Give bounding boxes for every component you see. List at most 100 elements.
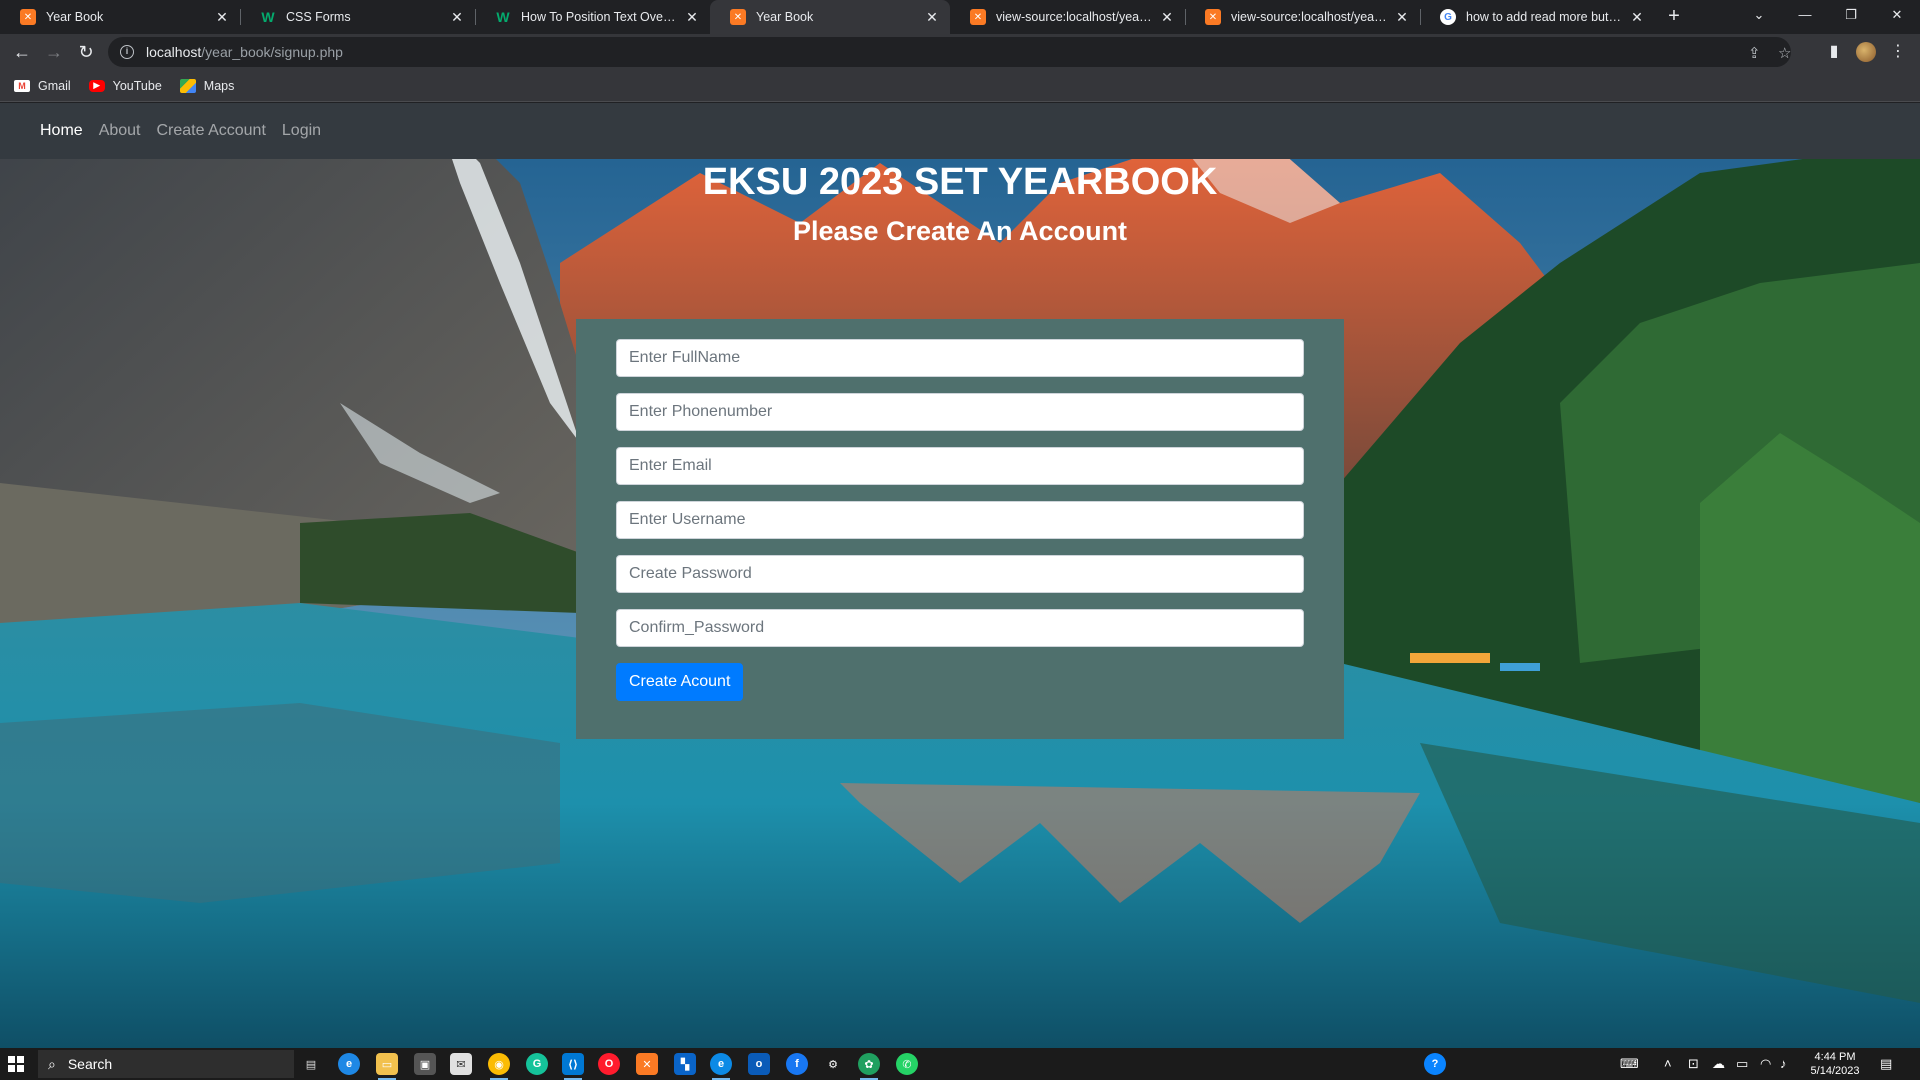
create-account-button[interactable]: Create Acount — [616, 663, 744, 701]
notifications-icon[interactable]: ▤ — [1880, 1056, 1892, 1072]
nav-login-link[interactable]: Login — [282, 122, 321, 140]
keyboard-icon[interactable]: ⌨ — [1620, 1056, 1639, 1072]
google-icon: G — [1440, 9, 1456, 25]
bookmark-label: Maps — [203, 78, 235, 93]
system-clock[interactable]: 4:44 PM 5/14/2023 — [1800, 1050, 1870, 1078]
back-arrow-icon[interactable]: ← — [8, 38, 36, 66]
password-input[interactable] — [616, 555, 1304, 593]
site-info-icon[interactable]: i — [120, 45, 134, 59]
store-icon[interactable]: ▣ — [414, 1053, 436, 1075]
nav-create-account-link[interactable]: Create Account — [157, 122, 266, 140]
bookmark-label: Gmail — [38, 78, 71, 93]
onedrive-icon[interactable]: ☁ — [1712, 1056, 1725, 1072]
vscode-icon[interactable]: ⟨⟩ — [562, 1053, 584, 1080]
bookmark-star-icon[interactable]: ☆ — [1778, 44, 1791, 62]
xampp-icon: ✕ — [1205, 9, 1221, 25]
outlook-icon[interactable]: o — [748, 1053, 770, 1075]
bookmark-gmail[interactable]: M Gmail — [14, 79, 71, 93]
close-icon[interactable]: ✕ — [684, 9, 700, 26]
url-path: /year_book/signup.php — [201, 44, 343, 60]
profile-avatar[interactable] — [1856, 42, 1876, 62]
close-window-button[interactable]: ✕ — [1874, 0, 1920, 30]
url-text: localhost/year_book/signup.php — [146, 44, 343, 60]
w3schools-icon: W — [261, 9, 275, 25]
edge-dev-icon[interactable]: e — [338, 1053, 360, 1075]
tab-title: view-source:localhost/year_book — [1231, 10, 1388, 24]
forward-arrow-icon[interactable]: → — [40, 38, 68, 66]
tab-read-more-search[interactable]: G how to add read more button in ✕ — [1420, 0, 1655, 34]
fullname-input[interactable] — [616, 339, 1304, 377]
tab-year-book-active[interactable]: ✕ Year Book ✕ — [710, 0, 950, 34]
close-icon[interactable]: ✕ — [1159, 9, 1175, 26]
wifi-icon[interactable]: ◠ — [1760, 1056, 1771, 1072]
tab-css-forms[interactable]: W CSS Forms ✕ — [240, 0, 475, 34]
signup-form: Create Acount — [576, 319, 1344, 739]
side-panel-icon[interactable]: ▮ — [1820, 38, 1848, 66]
tab-view-source-1[interactable]: ✕ view-source:localhost/year_book ✕ — [950, 0, 1185, 34]
file-explorer-icon[interactable]: ▭ — [376, 1053, 398, 1080]
tab-title: How To Position Text Over an Im — [521, 10, 678, 24]
bookmark-label: YouTube — [112, 78, 162, 93]
task-view-icon[interactable]: ▤ — [300, 1053, 322, 1075]
meet-now-icon[interactable]: ⊡ — [1688, 1056, 1699, 1072]
username-input[interactable] — [616, 501, 1304, 539]
grammarly-icon[interactable]: G — [526, 1053, 548, 1075]
menu-kebab-icon[interactable]: ⋮ — [1884, 38, 1912, 66]
maps-icon — [179, 78, 196, 93]
bookmark-maps[interactable]: Maps — [179, 78, 235, 93]
facebook-icon[interactable]: f — [786, 1053, 808, 1075]
volume-icon[interactable]: ♪ — [1780, 1056, 1787, 1071]
settings-gear-icon[interactable]: ⚙ — [822, 1053, 844, 1075]
bookmark-youtube[interactable]: ▶ YouTube — [88, 78, 162, 93]
xampp-icon: ✕ — [20, 9, 36, 25]
clock-date: 5/14/2023 — [1810, 1065, 1860, 1077]
chat-app-icon[interactable]: ✿ — [858, 1053, 880, 1080]
tab-year-book-1[interactable]: ✕ Year Book ✕ — [0, 0, 240, 34]
browser-tab-strip: ✕ Year Book ✕ W CSS Forms ✕ W How To Pos… — [0, 0, 1920, 34]
help-icon[interactable]: ? — [1424, 1053, 1446, 1075]
site-navbar: Home About Create Account Login — [0, 103, 1920, 159]
mail-icon[interactable]: ✉ — [450, 1053, 472, 1075]
reload-icon[interactable]: ↻ — [72, 38, 100, 66]
whatsapp-icon[interactable]: ✆ — [896, 1053, 918, 1075]
opera-icon[interactable]: O — [598, 1053, 620, 1075]
nav-about-link[interactable]: About — [99, 122, 141, 140]
xampp-taskbar-icon[interactable]: ✕ — [636, 1053, 658, 1075]
chrome-icon[interactable]: ◉ — [488, 1053, 510, 1080]
show-hidden-icons-chevron-icon[interactable]: ˄ — [1664, 1056, 1672, 1071]
page-title: EKSU 2023 SET YEARBOOK — [702, 161, 1218, 203]
url-host: localhost — [146, 44, 202, 60]
new-tab-button[interactable]: + — [1660, 2, 1688, 30]
tab-view-source-2[interactable]: ✕ view-source:localhost/year_book ✕ — [1185, 0, 1420, 34]
tab-position-text[interactable]: W How To Position Text Over an Im ✕ — [475, 0, 710, 34]
gmail-icon: M — [14, 79, 30, 92]
confirm-password-input[interactable] — [616, 609, 1304, 647]
address-bar[interactable]: i localhost/year_book/signup.php ⇪ ☆ — [108, 37, 1791, 67]
windows-start-icon[interactable] — [8, 1056, 24, 1072]
phone-input[interactable] — [616, 393, 1304, 431]
youtube-icon: ▶ — [88, 79, 105, 92]
taskbar-search-label: Search — [67, 1056, 113, 1072]
xampp-icon: ✕ — [730, 9, 746, 25]
close-icon[interactable]: ✕ — [924, 9, 940, 26]
windows-taskbar: ⌕ Search ▤ e ▭ ▣ ✉ ◉ G ⟨⟩ O ✕ ▚ e o f ⚙ … — [0, 1048, 1920, 1080]
screen-sketch-icon[interactable]: ▚ — [674, 1053, 696, 1075]
restore-button[interactable]: ❐ — [1828, 0, 1874, 30]
tab-title: view-source:localhost/year_book — [996, 10, 1153, 24]
nav-home-link[interactable]: Home — [40, 122, 83, 140]
tab-search-chevron-icon[interactable]: ⌄ — [1736, 0, 1782, 30]
page-viewport: Home About Create Account Login EKSU 202… — [0, 103, 1920, 1048]
search-icon: ⌕ — [48, 1055, 56, 1072]
share-icon[interactable]: ⇪ — [1748, 44, 1761, 62]
close-icon[interactable]: ✕ — [214, 9, 230, 26]
page-subtitle: Please Create An Account — [792, 216, 1128, 246]
edge-icon[interactable]: e — [710, 1053, 732, 1080]
tab-title: Year Book — [756, 10, 814, 24]
close-icon[interactable]: ✕ — [1394, 9, 1410, 26]
minimize-button[interactable]: — — [1782, 0, 1828, 30]
close-icon[interactable]: ✕ — [449, 9, 465, 26]
taskbar-search-box[interactable]: ⌕ Search — [38, 1050, 294, 1078]
email-input[interactable] — [616, 447, 1304, 485]
close-icon[interactable]: ✕ — [1629, 9, 1645, 26]
battery-icon[interactable]: ▭ — [1736, 1056, 1748, 1072]
